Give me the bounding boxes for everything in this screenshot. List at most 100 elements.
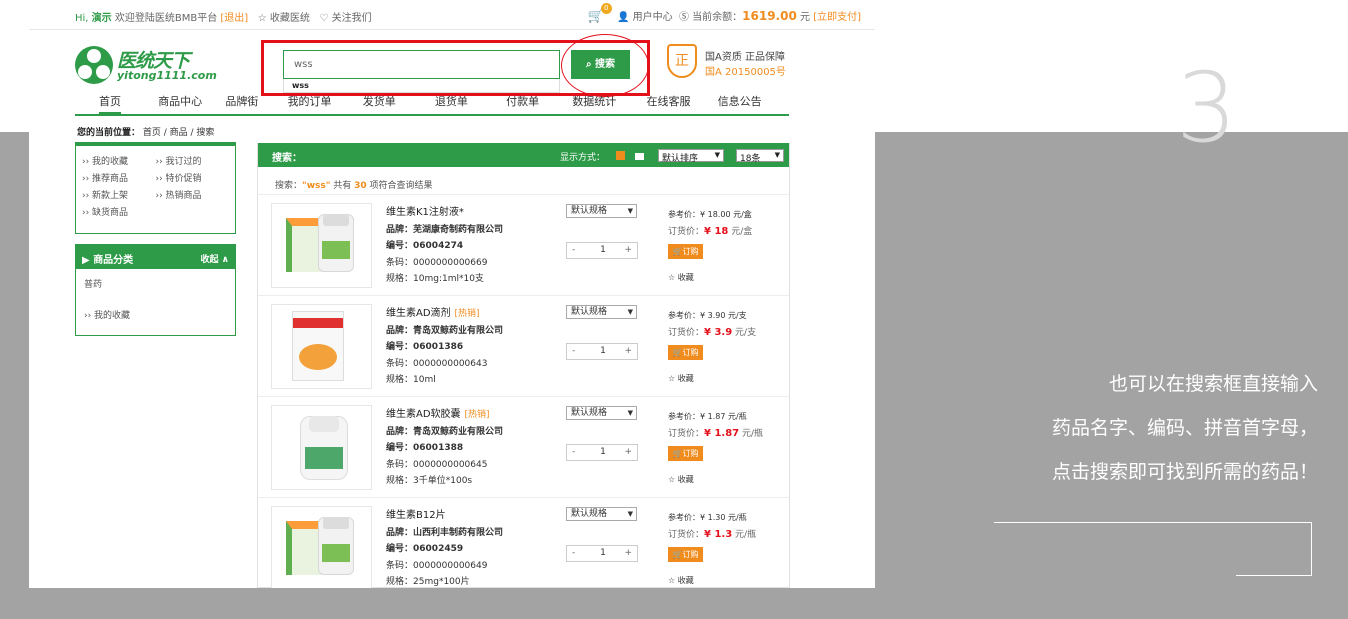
order-button-label: 订购 bbox=[682, 449, 699, 458]
order-button-label: 订购 bbox=[682, 348, 699, 357]
hot-tag: [热销] bbox=[464, 410, 490, 420]
order-price: ¥ 18 bbox=[704, 226, 729, 237]
nav-home[interactable]: 首页 bbox=[99, 92, 121, 114]
order-button-label: 订购 bbox=[682, 247, 699, 256]
product-name[interactable]: 维生素K1注射液* bbox=[386, 207, 464, 218]
chevron-down-icon: ▼ bbox=[627, 207, 633, 215]
nav-support[interactable]: 在线客服 bbox=[647, 92, 691, 112]
user-center-link[interactable]: 用户中心 bbox=[633, 12, 673, 23]
spec-label: 规格： bbox=[386, 375, 414, 385]
display-label: 显示方式： bbox=[560, 153, 606, 163]
order-button[interactable]: 🛒订购 bbox=[668, 345, 703, 360]
spec-select[interactable]: 默认规格 ▼ bbox=[566, 204, 637, 218]
product-brand: 芜湖康奇制药有限公司 bbox=[413, 224, 504, 235]
order-price-label: 订货价： bbox=[668, 328, 705, 338]
nav-shipments[interactable]: 发货单 bbox=[363, 92, 396, 112]
product-image[interactable] bbox=[271, 304, 372, 389]
product-name[interactable]: 维生素AD滴剂 bbox=[386, 308, 451, 319]
order-price: ¥ 1.3 bbox=[704, 529, 733, 540]
plus-button[interactable]: + bbox=[624, 447, 632, 457]
summary-suffix: 项符合查询结果 bbox=[366, 181, 433, 191]
order-price-unit: 元/瓶 bbox=[732, 530, 757, 540]
quick-link[interactable]: ›› 特价促销 bbox=[156, 171, 230, 188]
product-code: 06001388 bbox=[413, 443, 464, 453]
order-button[interactable]: 🛒订购 bbox=[668, 547, 703, 562]
product-image[interactable] bbox=[271, 405, 372, 490]
user-name[interactable]: 演示 bbox=[92, 13, 112, 24]
quick-link[interactable]: ›› 热销商品 bbox=[156, 188, 230, 205]
quick-link[interactable]: ›› 我订过的 bbox=[156, 154, 230, 171]
breadcrumb-path[interactable]: 首页 / 商品 / 搜索 bbox=[143, 128, 215, 138]
product-row: 维生素AD软胶囊 [热销] 品牌：青岛双鲸药业有限公司 编号：06001388 条… bbox=[258, 397, 789, 498]
page-size-select[interactable]: 18条 ▼ bbox=[736, 149, 784, 164]
favorite-link[interactable]: ☆ 收藏医统 bbox=[258, 13, 310, 24]
category-item[interactable]: 普药 bbox=[76, 269, 235, 290]
spec-select[interactable]: 默认规格 ▼ bbox=[566, 507, 637, 521]
product-image[interactable] bbox=[271, 506, 372, 588]
summary-count: 30 bbox=[354, 181, 367, 191]
spec-select-value: 默认规格 bbox=[571, 509, 608, 519]
balance-unit: 元 bbox=[800, 12, 810, 23]
chevron-down-icon: ▼ bbox=[714, 151, 720, 159]
spec-select[interactable]: 默认规格 ▼ bbox=[566, 406, 637, 420]
nav-products[interactable]: 商品中心 bbox=[158, 92, 202, 112]
quick-link[interactable]: ›› 缺货商品 bbox=[82, 205, 156, 222]
quick-link[interactable]: ›› 我的收藏 bbox=[82, 154, 156, 171]
favorite-button[interactable]: ☆ 收藏 bbox=[668, 373, 694, 384]
nav-notices[interactable]: 信息公告 bbox=[718, 92, 762, 112]
sort-select[interactable]: 默认排序 ▼ bbox=[658, 149, 724, 164]
order-button[interactable]: 🛒订购 bbox=[668, 446, 703, 461]
plus-button[interactable]: + bbox=[624, 245, 632, 255]
product-image[interactable] bbox=[271, 203, 372, 288]
slide-caption: 也可以在搜索框直接输入 药品名字、编码、拼音首字母， 点击搜索即可找到所需的药品… bbox=[988, 362, 1318, 494]
nav-orders[interactable]: 我的订单 bbox=[288, 92, 332, 112]
cart-icon[interactable]: 🛒 0 bbox=[588, 3, 612, 24]
product-spec: 3千单位*100s bbox=[413, 476, 473, 486]
hot-tag: [热销] bbox=[454, 309, 480, 319]
cert-line1: 国A资质 正品保障 bbox=[705, 52, 786, 63]
favorite-button[interactable]: ☆ 收藏 bbox=[668, 575, 694, 586]
nav-stats[interactable]: 数据统计 bbox=[572, 92, 616, 112]
quick-link[interactable]: ›› 推荐商品 bbox=[82, 171, 156, 188]
quantity-stepper: -1 + bbox=[566, 242, 638, 259]
nav-returns[interactable]: 退货单 bbox=[435, 92, 468, 112]
favorite-button[interactable]: ☆ 收藏 bbox=[668, 272, 694, 283]
plus-button[interactable]: + bbox=[624, 548, 632, 558]
code-label: 编号： bbox=[386, 544, 414, 554]
barcode-label: 条码： bbox=[386, 560, 414, 571]
site-logo[interactable]: 医统天下 yitong1111.com bbox=[75, 46, 217, 86]
plus-button[interactable]: + bbox=[624, 346, 632, 356]
page-size-value: 18条 bbox=[740, 154, 761, 164]
logout-link[interactable]: [退出] bbox=[220, 13, 248, 24]
quick-link[interactable]: ›› 新款上架 bbox=[82, 188, 156, 205]
spec-select[interactable]: 默认规格 ▼ bbox=[566, 305, 637, 319]
breadcrumb-label: 您的当前位置： bbox=[77, 128, 141, 138]
order-button[interactable]: 🛒订购 bbox=[668, 244, 703, 259]
spec-select-value: 默认规格 bbox=[571, 206, 608, 216]
favorite-button[interactable]: ☆ 收藏 bbox=[668, 474, 694, 485]
product-name[interactable]: 维生素AD软胶囊 bbox=[386, 409, 461, 420]
order-price-label: 订货价： bbox=[668, 530, 705, 540]
pay-now-link[interactable]: [立即支付] bbox=[813, 12, 861, 23]
grid-view-icon[interactable] bbox=[616, 151, 625, 160]
nav-payments[interactable]: 付款单 bbox=[506, 92, 539, 112]
follow-link[interactable]: ♡ 关注我们 bbox=[319, 13, 371, 24]
product-barcode: 0000000000669 bbox=[413, 257, 488, 268]
list-view-icon[interactable] bbox=[635, 151, 644, 160]
summary-keyword: "wss" bbox=[302, 181, 331, 191]
spec-select-value: 默认规格 bbox=[571, 408, 608, 418]
quantity-stepper: -1 + bbox=[566, 343, 638, 360]
frame-line bbox=[994, 522, 1312, 523]
barcode-label: 条码： bbox=[386, 358, 414, 369]
chevron-down-icon: ▼ bbox=[627, 308, 633, 316]
summary-mid: 共有 bbox=[330, 181, 355, 191]
product-name[interactable]: 维生素B12片 bbox=[386, 510, 446, 521]
user-icon: 👤 bbox=[616, 12, 630, 23]
summary-prefix: 搜索： bbox=[275, 181, 303, 191]
shield-icon: 正 bbox=[667, 44, 697, 78]
spec-label: 规格： bbox=[386, 577, 414, 587]
sort-value: 默认排序 bbox=[662, 154, 699, 164]
category-item[interactable]: ›› 我的收藏 bbox=[76, 290, 235, 321]
collapse-button[interactable]: 收起 ∧ bbox=[201, 252, 229, 265]
nav-brands[interactable]: 品牌街 bbox=[225, 92, 258, 112]
